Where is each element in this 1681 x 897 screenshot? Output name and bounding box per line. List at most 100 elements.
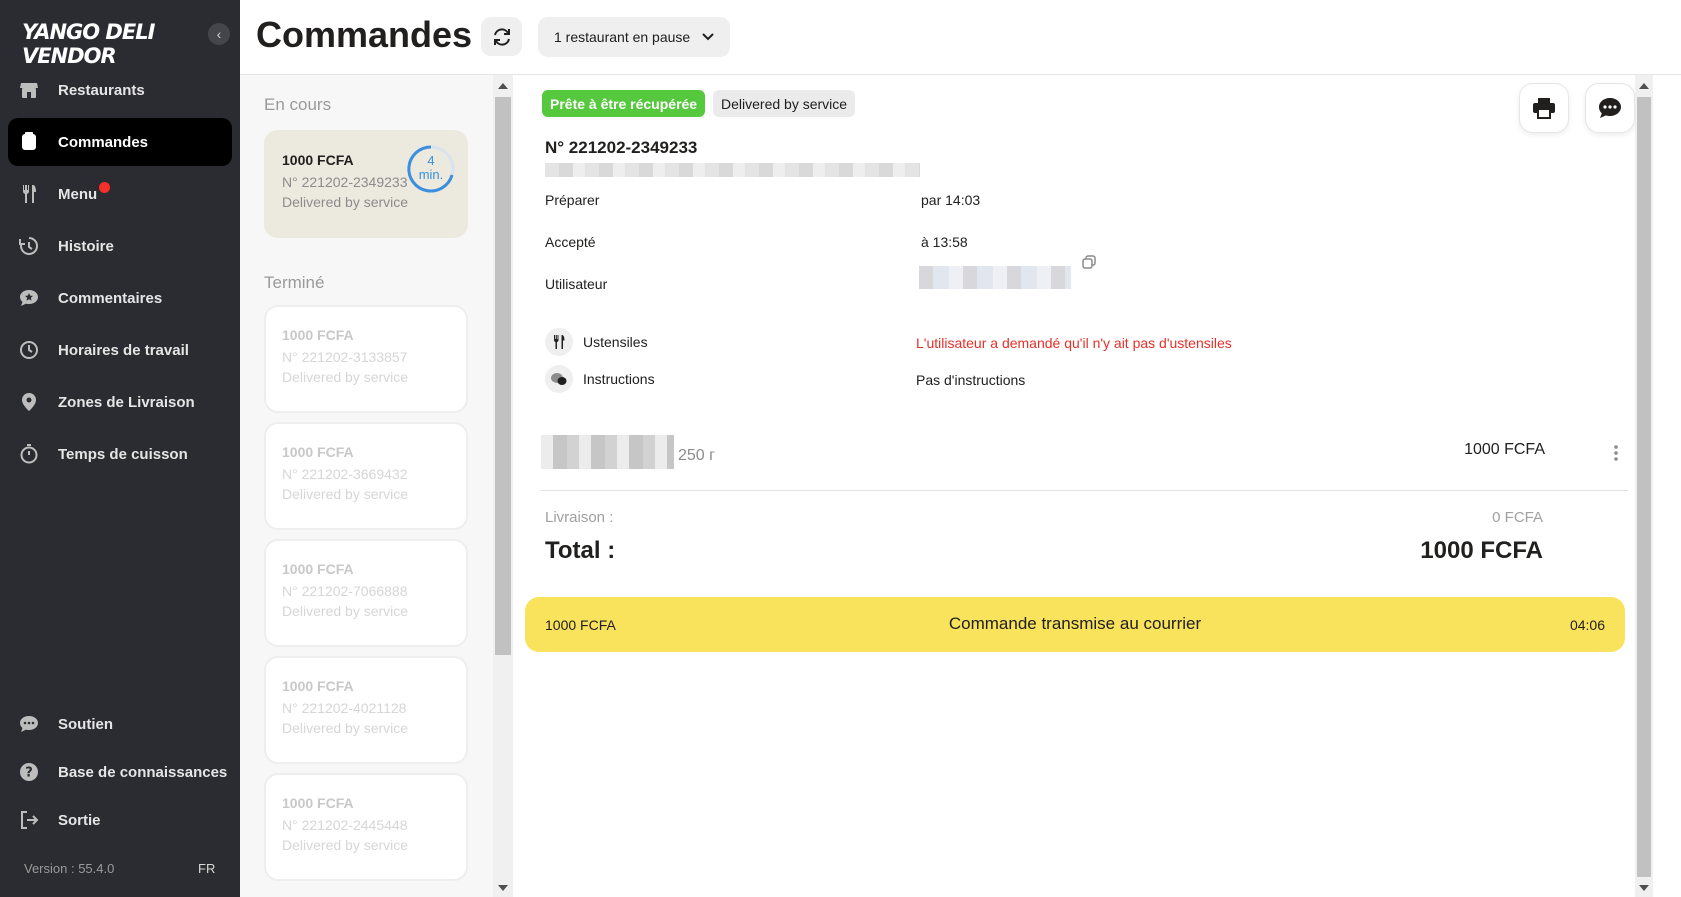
order-card[interactable]: 1000 FCFA N° 221202-3133857 Delivered by… bbox=[264, 305, 468, 413]
language-switch[interactable]: FR bbox=[198, 861, 215, 876]
printer-icon bbox=[1533, 98, 1555, 119]
order-price: 1000 FCFA bbox=[282, 561, 354, 577]
status-bar-text: Commande transmise au courrier bbox=[948, 614, 1202, 633]
stopwatch-icon bbox=[18, 443, 40, 465]
prepare-label: Préparer bbox=[545, 192, 600, 208]
history-icon bbox=[18, 235, 40, 257]
fork-knife-icon bbox=[18, 183, 40, 205]
page-title: Commandes bbox=[256, 14, 473, 55]
order-service: Delivered by service bbox=[282, 603, 409, 619]
sidebar-item-label: Soutien bbox=[58, 715, 113, 733]
location-pin-icon bbox=[18, 391, 40, 413]
pause-select-label: 1 restaurant en pause bbox=[554, 29, 691, 45]
sidebar-item-label: Temps de cuisson bbox=[58, 445, 188, 463]
scroll-down-arrow-icon[interactable] bbox=[1639, 885, 1649, 891]
help-icon: ? bbox=[18, 761, 40, 783]
comment-star-icon bbox=[18, 287, 40, 309]
order-price: 1000 FCFA bbox=[282, 678, 354, 694]
print-button[interactable] bbox=[1519, 83, 1569, 133]
accepted-value: à 13:58 bbox=[921, 234, 968, 250]
order-number: N° 221202-3133857 bbox=[282, 349, 408, 365]
sidebar-item-temps-cuisson[interactable]: Temps de cuisson bbox=[8, 430, 232, 478]
scroll-up-arrow-icon[interactable] bbox=[1639, 83, 1649, 89]
order-number: N° 221202-3669432 bbox=[282, 466, 408, 482]
order-detail: Prête à être récupérée Delivered by serv… bbox=[513, 75, 1635, 897]
orders-list-scrollbar[interactable] bbox=[493, 75, 513, 897]
store-icon bbox=[18, 79, 40, 101]
status-badge: Prête à être récupérée bbox=[542, 90, 706, 117]
item-price: 1000 FCFA bbox=[1464, 441, 1545, 458]
instructions-icon bbox=[545, 365, 573, 393]
sidebar-item-label: Restaurants bbox=[58, 81, 145, 99]
sidebar: YANGO DELI VENDOR ‹ Restaurants Commande… bbox=[0, 0, 240, 897]
finished-title: Terminé bbox=[264, 273, 325, 292]
secondary-nav: Soutien ? Base de connaissances Sortie bbox=[8, 702, 232, 846]
timer-text: 4 min. bbox=[406, 154, 456, 182]
service-badge: Delivered by service bbox=[713, 90, 856, 117]
order-number: N° 221202-7066888 bbox=[282, 583, 408, 599]
order-service: Delivered by service bbox=[282, 369, 409, 385]
scroll-down-arrow-icon[interactable] bbox=[498, 885, 508, 891]
scrollbar-thumb[interactable] bbox=[1637, 97, 1651, 877]
blurred-user-phone bbox=[919, 266, 1071, 289]
order-price: 1000 FCFA bbox=[282, 327, 354, 343]
orders-list: En cours 1000 FCFA N° 221202-2349233 Del… bbox=[240, 75, 493, 897]
order-card[interactable]: 1000 FCFA N° 221202-7066888 Delivered by… bbox=[264, 539, 468, 647]
order-card[interactable]: 1000 FCFA N° 221202-4021128 Delivered by… bbox=[264, 656, 468, 764]
scrollbar-thumb[interactable] bbox=[495, 97, 511, 655]
delivery-label: Livraison : bbox=[545, 509, 614, 526]
blurred-address bbox=[545, 163, 920, 177]
sidebar-item-commentaires[interactable]: Commentaires bbox=[8, 274, 232, 322]
sidebar-item-horaires[interactable]: Horaires de travail bbox=[8, 326, 232, 374]
sidebar-item-soutien[interactable]: Soutien bbox=[8, 702, 232, 746]
delivery-value: 0 FCFA bbox=[1492, 509, 1543, 526]
scroll-up-arrow-icon[interactable] bbox=[498, 83, 508, 89]
order-number-title: N° 221202-2349233 bbox=[545, 138, 698, 157]
item-weight: 250 г bbox=[678, 447, 715, 464]
sidebar-item-restaurants[interactable]: Restaurants bbox=[8, 66, 232, 114]
sidebar-item-commandes[interactable]: Commandes bbox=[8, 118, 232, 166]
accepted-label: Accepté bbox=[545, 234, 596, 250]
sidebar-item-histoire[interactable]: Histoire bbox=[8, 222, 232, 270]
order-card[interactable]: 1000 FCFA N° 221202-3669432 Delivered by… bbox=[264, 422, 468, 530]
order-card-active[interactable]: 1000 FCFA N° 221202-2349233 Delivered by… bbox=[264, 130, 468, 238]
copy-icon[interactable] bbox=[1082, 255, 1096, 274]
prepare-value: par 14:03 bbox=[921, 192, 981, 208]
order-price: 1000 FCFA bbox=[282, 444, 354, 460]
utensils-icon bbox=[545, 328, 573, 356]
restaurant-pause-select[interactable]: 1 restaurant en pause bbox=[538, 17, 731, 57]
sidebar-item-zones[interactable]: Zones de Livraison bbox=[8, 378, 232, 426]
svg-text:?: ? bbox=[25, 766, 33, 781]
order-service: Delivered by service bbox=[282, 837, 409, 853]
chevron-down-icon bbox=[702, 33, 714, 41]
totals-divider bbox=[541, 490, 1628, 491]
sidebar-item-label: Base de connaissances bbox=[58, 763, 228, 781]
sidebar-item-base-connaissances[interactable]: ? Base de connaissances bbox=[8, 750, 232, 794]
order-card[interactable]: 1000 FCFA N° 221202-2445448 Delivered by… bbox=[264, 773, 468, 881]
detail-scrollbar[interactable] bbox=[1635, 75, 1653, 897]
chat-button[interactable] bbox=[1585, 83, 1635, 133]
logout-icon bbox=[18, 809, 40, 831]
total-value: 1000 FCFA bbox=[1420, 537, 1543, 564]
more-options-icon[interactable] bbox=[1613, 444, 1619, 467]
order-service: Delivered by service bbox=[282, 486, 409, 502]
order-status-bar[interactable]: 1000 FCFA Commande transmise au courrier… bbox=[525, 597, 1625, 652]
utensils-label: Ustensiles bbox=[583, 334, 648, 350]
sidebar-item-sortie[interactable]: Sortie bbox=[8, 798, 232, 842]
order-service: Delivered by service bbox=[282, 194, 409, 210]
instructions-label: Instructions bbox=[583, 371, 655, 387]
blurred-item-name bbox=[541, 435, 674, 469]
chevron-left-icon: ‹ bbox=[216, 26, 222, 42]
timer-unit: min. bbox=[418, 167, 444, 182]
order-service: Delivered by service bbox=[282, 720, 409, 736]
sidebar-item-label: Menu bbox=[58, 185, 98, 203]
sidebar-item-label: Sortie bbox=[58, 811, 101, 829]
instructions-value: Pas d'instructions bbox=[916, 372, 1026, 388]
app-logo: YANGO DELI VENDOR bbox=[22, 20, 155, 68]
app-version: Version : 55.4.0 bbox=[24, 861, 115, 876]
order-price: 1000 FCFA bbox=[282, 795, 354, 811]
refresh-button[interactable] bbox=[481, 17, 522, 56]
sidebar-item-menu[interactable]: Menu bbox=[8, 170, 232, 218]
collapse-sidebar-button[interactable]: ‹ bbox=[208, 23, 230, 45]
chat-icon bbox=[18, 713, 40, 735]
